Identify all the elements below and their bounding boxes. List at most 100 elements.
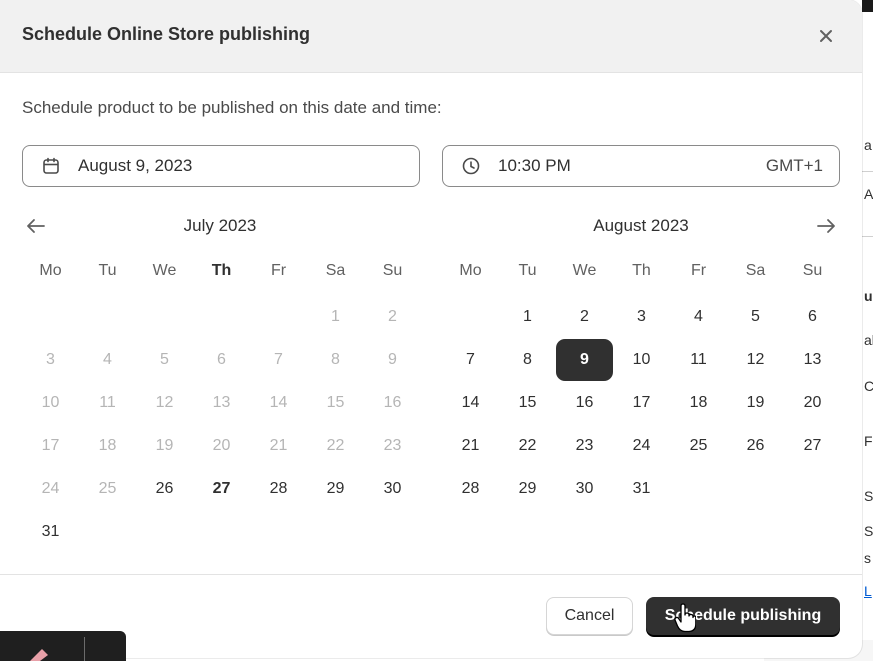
calendar-day: 10 bbox=[41, 394, 60, 411]
previous-month-button[interactable] bbox=[22, 212, 50, 240]
weekday-label: Sa bbox=[325, 262, 346, 279]
time-value: 10:30 PM bbox=[498, 156, 571, 175]
background-text: S bbox=[864, 523, 873, 539]
calendar-day: 4 bbox=[103, 351, 112, 368]
calendar-week-row: 123456 bbox=[442, 296, 842, 338]
calendar-day[interactable]: 31 bbox=[22, 511, 79, 553]
date-field[interactable]: August 9, 2023 bbox=[22, 145, 420, 187]
calendar-day[interactable]: 31 bbox=[613, 468, 670, 510]
dialog-header: Schedule Online Store publishing bbox=[0, 0, 862, 73]
calendar-day: 25 bbox=[98, 480, 117, 497]
calendar-day: 15 bbox=[326, 394, 345, 411]
today-day[interactable]: 27 bbox=[193, 468, 250, 510]
divider bbox=[862, 236, 873, 237]
weekday-label: Tu bbox=[98, 262, 117, 279]
calendar-day[interactable]: 18 bbox=[670, 382, 727, 424]
weekday-label: Fr bbox=[690, 262, 707, 279]
calendar-day[interactable]: 7 bbox=[442, 339, 499, 381]
calendar-day[interactable]: 24 bbox=[613, 425, 670, 467]
calendar-day[interactable]: 19 bbox=[727, 382, 784, 424]
calendar-day[interactable]: 27 bbox=[784, 425, 841, 467]
calendar-week-row: 21 22 23 24 25 26 27 bbox=[442, 425, 842, 467]
calendar-day: 5 bbox=[160, 351, 169, 368]
weekday-header-row: Mo Tu We Th Fr Sa Su bbox=[22, 250, 422, 292]
background-link[interactable]: L bbox=[864, 583, 872, 599]
background-text: F bbox=[864, 433, 873, 449]
weekday-label: Su bbox=[382, 262, 403, 279]
calendar-week-row: 3 4 5 6 7 8 9 bbox=[22, 339, 422, 381]
instruction-text: Schedule product to be published on this… bbox=[22, 98, 442, 117]
calendar-day[interactable]: 28 bbox=[442, 468, 499, 510]
weekday-label: Mo bbox=[39, 262, 62, 279]
schedule-dialog: Schedule Online Store publishing Schedul… bbox=[0, 0, 862, 658]
calendar-day[interactable]: 26 bbox=[136, 468, 193, 510]
calendar-day[interactable]: 12 bbox=[727, 339, 784, 381]
toolbar-divider bbox=[84, 637, 85, 661]
calendar-day[interactable]: 30 bbox=[364, 468, 421, 510]
calendar-day: 13 bbox=[212, 394, 231, 411]
background-text: C bbox=[864, 378, 873, 394]
calendar-day: 16 bbox=[383, 394, 402, 411]
clock-icon bbox=[462, 157, 480, 175]
timezone-label: GMT+1 bbox=[765, 156, 823, 175]
calendar-day: 8 bbox=[331, 351, 340, 368]
weekday-label: We bbox=[572, 262, 597, 279]
calendar-day[interactable]: 4 bbox=[670, 296, 727, 338]
hand-cursor-icon bbox=[674, 603, 696, 633]
dialog-footer: Cancel Schedule publishing bbox=[0, 574, 862, 658]
calendar-week-row: 14 15 16 17 18 19 20 bbox=[442, 382, 842, 424]
pencil-icon[interactable] bbox=[26, 645, 52, 661]
calendar-week-row: 10 11 12 13 14 15 16 bbox=[22, 382, 422, 424]
calendar-day: 14 bbox=[269, 394, 288, 411]
calendar-day[interactable]: 29 bbox=[307, 468, 364, 510]
calendar-day[interactable]: 21 bbox=[442, 425, 499, 467]
selected-day[interactable]: 9 bbox=[556, 339, 613, 381]
calendar-day: 12 bbox=[155, 394, 174, 411]
calendar-day[interactable]: 1 bbox=[499, 296, 556, 338]
calendar-day[interactable]: 29 bbox=[499, 468, 556, 510]
calendar-day: 6 bbox=[217, 351, 226, 368]
calendar-day[interactable]: 11 bbox=[670, 339, 727, 381]
calendar-day: 21 bbox=[269, 437, 288, 454]
calendar-day: 18 bbox=[98, 437, 117, 454]
calendar-day[interactable]: 5 bbox=[727, 296, 784, 338]
calendar-day[interactable]: 30 bbox=[556, 468, 613, 510]
calendar-week-row: 12 bbox=[22, 296, 422, 338]
calendar-day: 24 bbox=[41, 480, 60, 497]
calendar-day[interactable]: 13 bbox=[784, 339, 841, 381]
calendar-day[interactable]: 16 bbox=[556, 382, 613, 424]
calendar-day[interactable]: 3 bbox=[613, 296, 670, 338]
calendar-day[interactable]: 10 bbox=[613, 339, 670, 381]
calendar-day[interactable]: 6 bbox=[784, 296, 841, 338]
weekday-label: Th bbox=[632, 262, 651, 279]
calendar-day[interactable]: 8 bbox=[499, 339, 556, 381]
calendar-day[interactable]: 2 bbox=[556, 296, 613, 338]
month-title-august: August 2023 bbox=[593, 216, 689, 235]
calendar-day[interactable]: 22 bbox=[499, 425, 556, 467]
calendar-day[interactable]: 15 bbox=[499, 382, 556, 424]
cancel-button[interactable]: Cancel bbox=[546, 597, 633, 635]
calendar-icon bbox=[43, 157, 59, 174]
calendar-day[interactable]: 28 bbox=[250, 468, 307, 510]
close-icon bbox=[820, 30, 832, 42]
background-text: A bbox=[864, 186, 873, 202]
calendar-day[interactable]: 26 bbox=[727, 425, 784, 467]
calendar-day[interactable]: 25 bbox=[670, 425, 727, 467]
weekday-label: We bbox=[152, 262, 177, 279]
weekday-label: Th bbox=[211, 262, 232, 279]
calendar-week-row: 28 29 30 31 bbox=[442, 468, 842, 510]
close-button[interactable] bbox=[812, 22, 840, 50]
calendar-day[interactable]: 23 bbox=[556, 425, 613, 467]
weekday-label: Sa bbox=[745, 262, 766, 279]
dialog-title: Schedule Online Store publishing bbox=[22, 24, 311, 44]
weekday-header-row: Mo Tu We Th Fr Sa Su bbox=[442, 250, 842, 292]
calendar-day[interactable]: 17 bbox=[613, 382, 670, 424]
weekday-label: Mo bbox=[459, 262, 482, 279]
calendar-day[interactable]: 20 bbox=[784, 382, 841, 424]
calendar-day[interactable]: 14 bbox=[442, 382, 499, 424]
calendar-day: 22 bbox=[326, 437, 345, 454]
time-field[interactable]: 10:30 PM GMT+1 bbox=[442, 145, 840, 187]
date-value: August 9, 2023 bbox=[78, 156, 193, 175]
next-month-button[interactable] bbox=[812, 212, 840, 240]
arrow-left-icon bbox=[27, 219, 45, 233]
